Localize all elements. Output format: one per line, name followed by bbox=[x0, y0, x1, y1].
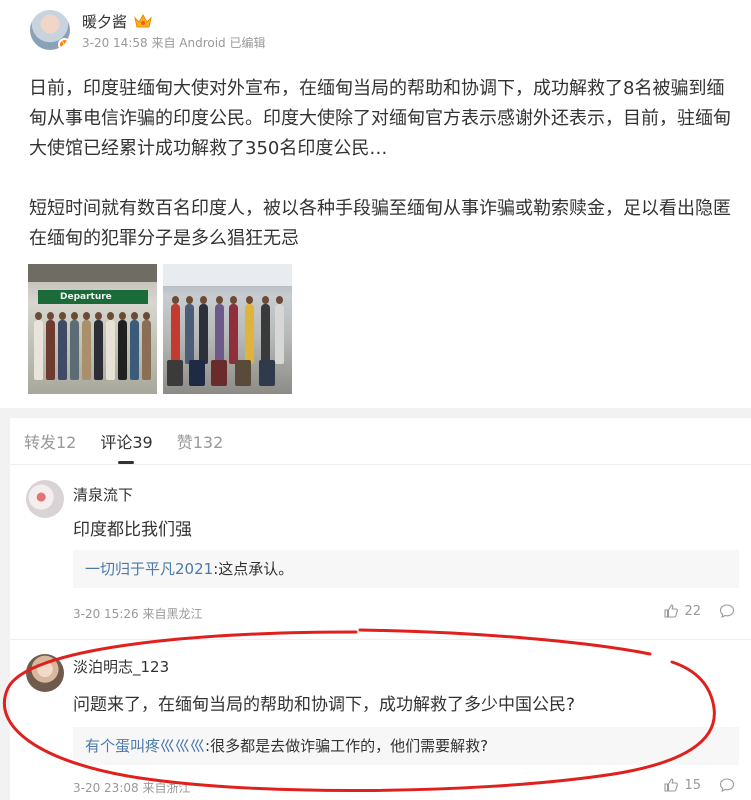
verified-badge-icon: V bbox=[58, 38, 70, 50]
post-body: 日前，印度驻缅甸大使对外宣布，在缅甸当局的帮助和协调下，成功解救了8名被骗到缅甸… bbox=[29, 74, 741, 254]
thumbs-up-icon[interactable] bbox=[663, 777, 679, 793]
author-avatar[interactable]: V bbox=[30, 10, 70, 50]
post-meta: 3-20 14:58 来自 Android 已编辑 bbox=[82, 36, 266, 50]
author-name[interactable]: 暖夕酱 bbox=[82, 11, 127, 32]
comment-text: 问题来了，在缅甸当局的帮助和协调下，成功解救了多少中国公民? bbox=[73, 695, 576, 715]
reply-bubble-icon[interactable] bbox=[719, 603, 735, 619]
tab-like[interactable]: 赞132 bbox=[177, 429, 224, 453]
like-count: 15 bbox=[684, 777, 701, 793]
post-paragraph: 日前，印度驻缅甸大使对外宣布，在缅甸当局的帮助和协调下，成功解救了8名被骗到缅甸… bbox=[29, 78, 731, 159]
comment-meta: 3-20 15:26 来自黑龙江 bbox=[73, 607, 203, 621]
post-paragraph: 短短时间就有数百名印度人，被以各种手段骗至缅甸从事诈骗或勒索赎金，足以看出隐匿在… bbox=[29, 198, 731, 249]
thumbs-up-icon[interactable] bbox=[663, 603, 679, 619]
post-tabs: 转发12 评论39 赞132 bbox=[10, 418, 751, 465]
vip-crown-icon bbox=[134, 13, 152, 28]
sign-text: Departure bbox=[60, 292, 112, 302]
reply-text: :很多都是去做诈骗工作的，他们需要解救? bbox=[205, 737, 489, 755]
comments-panel: 转发12 评论39 赞132 清泉流下 印度都比我们强 一切归于平凡2021:这… bbox=[10, 418, 751, 800]
post-photo[interactable] bbox=[163, 264, 292, 394]
post-photo[interactable]: Departure bbox=[28, 264, 157, 394]
comment-reply[interactable]: 一切归于平凡2021:这点承认。 bbox=[73, 550, 739, 588]
comment-actions: 22 bbox=[663, 603, 735, 619]
commenter-avatar[interactable] bbox=[26, 480, 64, 518]
commenter-avatar[interactable] bbox=[26, 654, 64, 692]
post-author: V 暖夕酱 3-20 14:58 来自 Android 已编辑 bbox=[30, 10, 265, 51]
departure-sign: Departure bbox=[38, 290, 148, 304]
comment-actions: 15 bbox=[663, 777, 735, 793]
weibo-post: V 暖夕酱 3-20 14:58 来自 Android 已编辑 日前，印度驻缅甸… bbox=[0, 0, 751, 408]
tab-comment[interactable]: 评论39 bbox=[100, 429, 152, 453]
commenter-name[interactable]: 淡泊明志_123 bbox=[73, 656, 169, 677]
comment-divider bbox=[10, 639, 751, 640]
reply-user[interactable]: 一切归于平凡2021 bbox=[85, 560, 213, 578]
like-count: 22 bbox=[684, 603, 701, 619]
reply-bubble-icon[interactable] bbox=[719, 777, 735, 793]
reply-user[interactable]: 有个蛋叫疼巛巛巛 bbox=[85, 737, 205, 755]
tab-repost[interactable]: 转发12 bbox=[24, 429, 76, 453]
comment-reply[interactable]: 有个蛋叫疼巛巛巛:很多都是去做诈骗工作的，他们需要解救? bbox=[73, 727, 739, 765]
commenter-name[interactable]: 清泉流下 bbox=[73, 484, 133, 505]
active-tab-indicator bbox=[118, 461, 134, 464]
post-images: Departure bbox=[28, 264, 292, 394]
reply-text: :这点承认。 bbox=[213, 560, 294, 578]
comment-text: 印度都比我们强 bbox=[73, 520, 192, 540]
comment-meta: 3-20 23:08 来自浙江 bbox=[73, 781, 191, 795]
